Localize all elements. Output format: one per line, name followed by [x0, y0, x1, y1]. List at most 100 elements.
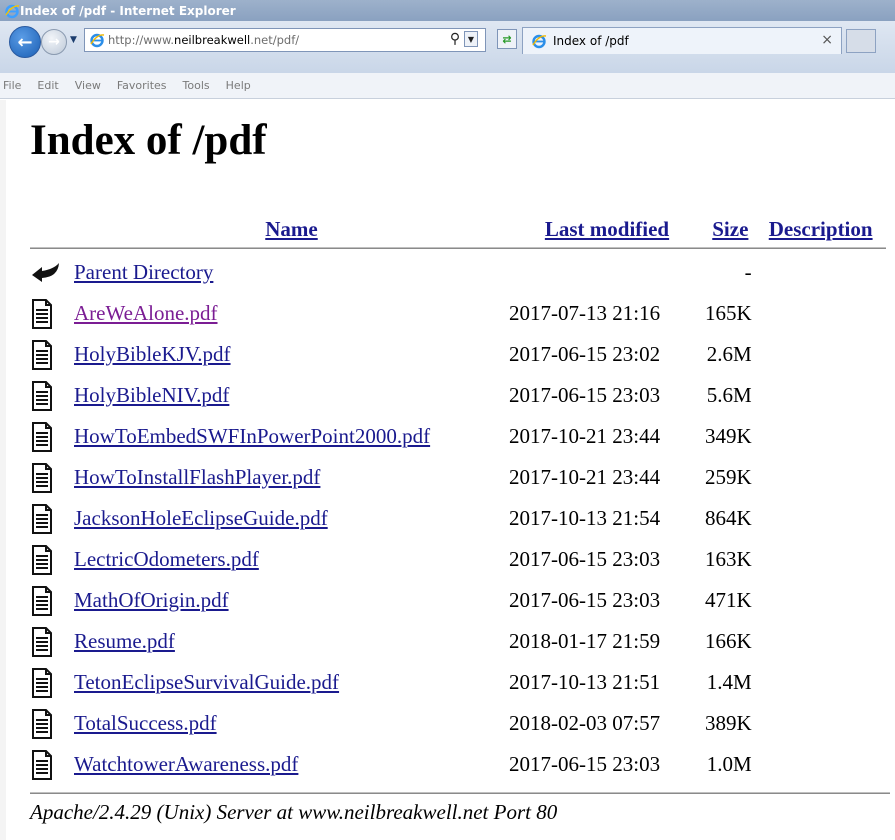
file-date-cell: 2017-10-13 21:51	[509, 670, 661, 694]
file-description-cell	[756, 457, 886, 498]
file-row: HowToEmbedSWFInPowerPoint2000.pdf 2017-10…	[30, 416, 886, 457]
file-description-cell	[756, 662, 886, 703]
back-folder-icon	[30, 252, 74, 293]
file-size-cell: 163K	[705, 547, 752, 571]
file-size-cell: 1.0M	[706, 752, 752, 776]
parent-directory-link[interactable]: Parent Directory	[74, 260, 213, 284]
document-icon	[30, 334, 74, 375]
last-modified-column-header: Last modified	[509, 214, 705, 244]
file-row: LectricOdometers.pdf 2017-06-15 23:03 163K	[30, 539, 886, 580]
file-link[interactable]: HowToInstallFlashPlayer.pdf	[74, 465, 320, 489]
sort-by-size-link[interactable]: Size	[712, 217, 748, 241]
back-button[interactable]: ←	[9, 26, 41, 58]
file-description-cell	[756, 416, 886, 457]
divider	[30, 247, 886, 249]
file-link[interactable]: MathOfOrigin.pdf	[74, 588, 229, 612]
file-size-cell: 1.4M	[706, 670, 752, 694]
internet-explorer-icon	[4, 3, 20, 19]
file-name-cell: TetonEclipseSurvivalGuide.pdf	[74, 662, 509, 703]
parent-size-cell: -	[744, 260, 752, 284]
file-size-cell: 864K	[705, 506, 752, 530]
menu-tools[interactable]: Tools	[183, 79, 210, 92]
new-tab-button[interactable]	[846, 29, 876, 53]
file-name-cell: LectricOdometers.pdf	[74, 539, 509, 580]
directory-listing: Name Last modified Size Description Pare…	[30, 214, 886, 785]
page-content: Index of /pdf Name Last modified Size De…	[0, 100, 895, 840]
document-icon	[30, 457, 74, 498]
file-row: TotalSuccess.pdf 2018-02-03 07:57 389K	[30, 703, 886, 744]
file-link[interactable]: TetonEclipseSurvivalGuide.pdf	[74, 670, 339, 694]
tab-page-icon	[531, 33, 547, 49]
file-link[interactable]: HolyBibleKJV.pdf	[74, 342, 231, 366]
file-size-cell: 166K	[705, 629, 752, 653]
sort-by-description-link[interactable]: Description	[769, 217, 873, 241]
file-link[interactable]: Resume.pdf	[74, 629, 175, 653]
file-name-cell: JacksonHoleEclipseGuide.pdf	[74, 498, 509, 539]
file-size-cell: 349K	[705, 424, 752, 448]
menu-file[interactable]: File	[3, 79, 21, 92]
file-link[interactable]: WatchtowerAwareness.pdf	[74, 752, 298, 776]
file-description-cell	[756, 744, 886, 785]
file-name-cell: HolyBibleKJV.pdf	[74, 334, 509, 375]
sort-by-name-link[interactable]: Name	[265, 217, 317, 241]
refresh-button[interactable]: ⇄	[497, 29, 517, 49]
sort-by-last-modified-link[interactable]: Last modified	[545, 217, 669, 241]
menu-edit[interactable]: Edit	[37, 79, 58, 92]
document-icon	[30, 293, 74, 334]
size-column-header: Size	[705, 214, 756, 244]
navigation-bar: ← → ▼ http://www.neilbreakwell.net/pdf/ …	[0, 21, 895, 73]
parent-directory-row: Parent Directory -	[30, 252, 886, 293]
parent-directory-cell: Parent Directory	[74, 252, 509, 293]
file-link[interactable]: AreWeAlone.pdf	[74, 301, 218, 325]
file-link[interactable]: HolyBibleNIV.pdf	[74, 383, 229, 407]
file-row: Resume.pdf 2018-01-17 21:59 166K	[30, 621, 886, 662]
file-name-cell: AreWeAlone.pdf	[74, 293, 509, 334]
file-row: HolyBibleKJV.pdf 2017-06-15 23:02 2.6M	[30, 334, 886, 375]
file-date-cell: 2017-06-15 23:03	[509, 383, 661, 407]
document-icon	[30, 621, 74, 662]
refresh-icon: ⇄	[502, 32, 512, 46]
address-bar[interactable]: http://www.neilbreakwell.net/pdf/	[84, 28, 486, 52]
file-name-cell: HowToEmbedSWFInPowerPoint2000.pdf	[74, 416, 509, 457]
parent-date-cell	[509, 252, 705, 293]
close-tab-icon[interactable]: ×	[821, 32, 833, 48]
document-icon	[30, 744, 74, 785]
file-date-cell: 2018-01-17 21:59	[509, 629, 661, 653]
menu-help[interactable]: Help	[226, 79, 251, 92]
menu-bar: File Edit View Favorites Tools Help	[0, 73, 895, 99]
page-icon	[89, 32, 105, 48]
history-dropdown-icon[interactable]: ▼	[70, 35, 77, 45]
file-size-cell: 471K	[705, 588, 752, 612]
file-description-cell	[756, 334, 886, 375]
file-date-cell: 2017-06-15 23:02	[509, 342, 661, 366]
file-name-cell: HowToInstallFlashPlayer.pdf	[74, 457, 509, 498]
document-icon	[30, 662, 74, 703]
file-name-cell: MathOfOrigin.pdf	[74, 580, 509, 621]
menu-view[interactable]: View	[75, 79, 101, 92]
file-link[interactable]: LectricOdometers.pdf	[74, 547, 259, 571]
back-arrow-icon: ←	[17, 31, 33, 53]
icon-column-header	[30, 214, 74, 244]
forward-button[interactable]: →	[41, 29, 67, 55]
file-size-cell: 259K	[705, 465, 752, 489]
file-link[interactable]: JacksonHoleEclipseGuide.pdf	[74, 506, 328, 530]
page-title: Index of /pdf	[30, 117, 267, 164]
file-size-cell: 5.6M	[706, 383, 752, 407]
document-icon	[30, 703, 74, 744]
file-link[interactable]: HowToEmbedSWFInPowerPoint2000.pdf	[74, 424, 430, 448]
address-dropdown-button[interactable]: ▼	[464, 31, 478, 47]
file-date-cell: 2017-10-21 23:44	[509, 465, 661, 489]
tab-label: Index of /pdf	[553, 34, 629, 48]
file-link[interactable]: TotalSuccess.pdf	[74, 711, 217, 735]
file-row: WatchtowerAwareness.pdf 2017-06-15 23:03 1…	[30, 744, 886, 785]
file-date-cell: 2017-06-15 23:03	[509, 752, 661, 776]
server-signature: Apache/2.4.29 (Unix) Server at www.neilb…	[30, 800, 558, 824]
url-text[interactable]: http://www.neilbreakwell.net/pdf/	[108, 33, 299, 47]
document-icon	[30, 580, 74, 621]
menu-favorites[interactable]: Favorites	[117, 79, 167, 92]
tab-index-of-pdf[interactable]: Index of /pdf ×	[522, 27, 842, 54]
file-name-cell: HolyBibleNIV.pdf	[74, 375, 509, 416]
search-icon[interactable]: ⚲	[447, 29, 463, 49]
file-row: TetonEclipseSurvivalGuide.pdf 2017-10-13 …	[30, 662, 886, 703]
file-row: AreWeAlone.pdf 2017-07-13 21:16 165K	[30, 293, 886, 334]
